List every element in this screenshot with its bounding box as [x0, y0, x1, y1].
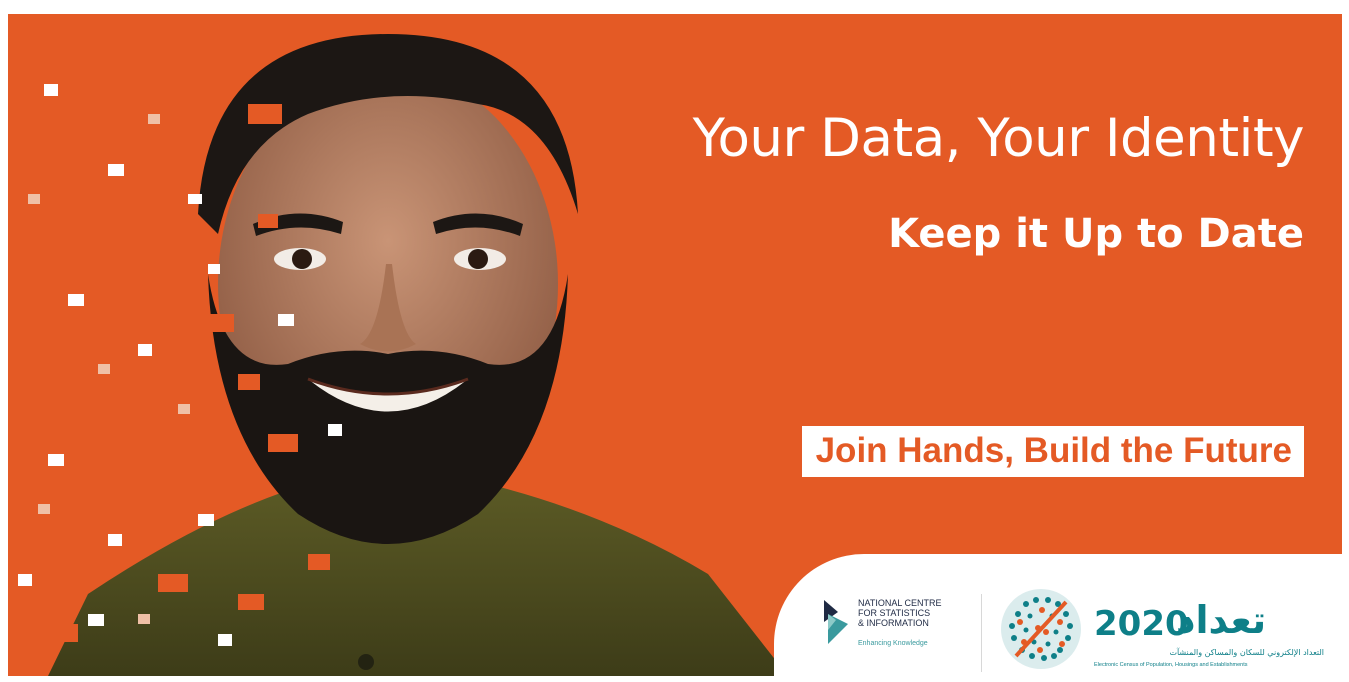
census-arabic-subtitle: التعداد الإلكتروني للسكان والمساكن والمن… [1169, 648, 1324, 657]
census-english-subtitle: Electronic Census of Population, Housing… [1094, 662, 1248, 668]
ncsi-mark-icon [824, 600, 848, 644]
census-arabic-title: تعداد [1176, 598, 1267, 642]
tagline-badge: Join Hands, Build the Future [801, 426, 1304, 477]
ncsi-name-line: & INFORMATION [858, 618, 929, 628]
ncsi-name-line: FOR STATISTICS [858, 608, 931, 618]
logo-card: NATIONAL CENTRE FOR STATISTICS & INFORMA… [774, 554, 1342, 676]
ncsi-name-line: NATIONAL CENTRE [858, 598, 942, 608]
census-2020-logo: 2020 تعداد التعداد الإلكتروني للسكان وال… [996, 584, 1336, 676]
census-year: 2020 [1094, 604, 1189, 644]
headline: Your Data, Your Identity [692, 108, 1305, 169]
ncsi-logo: NATIONAL CENTRE FOR STATISTICS & INFORMA… [824, 594, 974, 664]
logo-divider [981, 594, 982, 672]
ncsi-name: NATIONAL CENTRE FOR STATISTICS & INFORMA… [858, 598, 942, 628]
census-banner: Your Data, Your Identity Keep it Up to D… [8, 14, 1342, 676]
subheadline: Keep it Up to Date [888, 211, 1304, 257]
ncsi-tagline: Enhancing Knowledge [858, 640, 928, 647]
census-dots-emblem-icon [1001, 589, 1081, 669]
